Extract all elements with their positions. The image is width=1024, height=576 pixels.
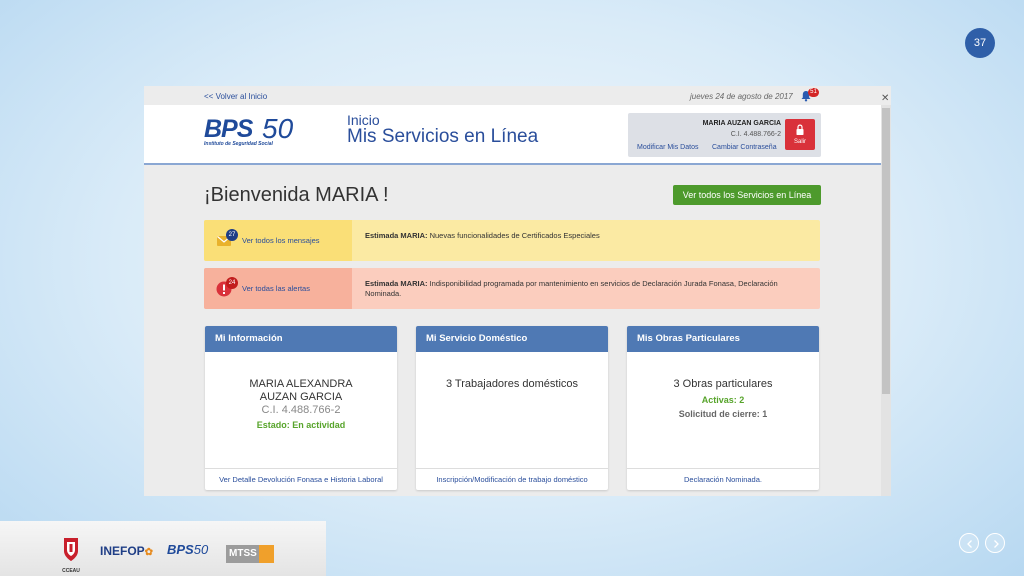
alerts-alert-side: 24 Ver todas las alertas [204, 268, 352, 309]
ccea-logo: CCEAU [54, 537, 88, 574]
inefop-logo: INEFOP✿ [100, 544, 154, 558]
change-password-link[interactable]: Cambiar Contraseña [712, 144, 777, 151]
view-all-messages-link[interactable]: Ver todos los mensajes [242, 236, 320, 245]
mtss-logo-text: MTSS [229, 548, 257, 559]
alerts-alert-prefix: Estimada MARIA: [365, 279, 428, 288]
page-header: BPS 50 Instituto de Seguridad Social Ini… [144, 105, 881, 165]
logout-label: Salir [793, 139, 806, 145]
bps-footer-logo: BPS50 [167, 541, 208, 559]
messages-alert: 27 Ver todos los mensajes Estimada MARIA… [204, 220, 820, 261]
view-all-services-button[interactable]: Ver todos los Servicios en Línea [673, 185, 821, 205]
full-name: MARIA ALEXANDRA AUZAN GARCIA [249, 378, 353, 403]
card-private-works: Mis Obras Particulares 3 Obras particula… [627, 326, 819, 490]
card-title: Mi Servicio Doméstico [416, 326, 608, 352]
messages-count-badge: 27 [226, 229, 238, 241]
alerts-count-badge: 24 [226, 277, 238, 289]
top-bar: << Volver al Inicio jueves 24 de agosto … [144, 86, 881, 105]
chevron-left-icon [967, 540, 972, 548]
lock-icon [796, 124, 804, 135]
bps-footer-logo-text: BPS [167, 542, 194, 557]
alerts-alert-text: Estimada MARIA: Indisponibilidad program… [365, 279, 805, 299]
notification-count-badge: 51 [808, 88, 819, 97]
edit-profile-link[interactable]: Modificar Mis Datos [637, 144, 698, 151]
user-name: MARIA AUZAN GARCIA [702, 120, 781, 127]
logout-button[interactable]: Salir [785, 119, 815, 150]
messages-alert-prefix: Estimada MARIA: [365, 231, 428, 240]
card-title: Mis Obras Particulares [627, 326, 819, 352]
user-id-number: C.I. 4.488.766-2 [730, 131, 781, 138]
user-panel: MARIA AUZAN GARCIA C.I. 4.488.766-2 Modi… [628, 113, 821, 157]
bps-footer-logo-years: 50 [193, 542, 209, 557]
messages-alert-text: Estimada MARIA: Nuevas funcionalidades d… [365, 231, 805, 241]
chevron-right-icon [994, 540, 999, 548]
vertical-scrollbar[interactable] [881, 105, 891, 496]
view-all-alerts-link[interactable]: Ver todas las alertas [242, 284, 310, 293]
slide-number-badge: 37 [965, 28, 995, 58]
id-number: C.I. 4.488.766-2 [261, 404, 341, 416]
alerts-alert: 24 Ver todas las alertas Estimada MARIA:… [204, 268, 820, 309]
card-body: 3 Obras particulares Activas: 2 Solicitu… [627, 378, 819, 419]
nominated-declaration-link[interactable]: Declaración Nominada. [627, 468, 819, 490]
back-to-home-link[interactable]: << Volver al Inicio [204, 92, 267, 101]
card-body: MARIA ALEXANDRA AUZAN GARCIA C.I. 4.488.… [205, 378, 397, 430]
works-count: 3 Obras particulares [673, 378, 773, 390]
card-body: 3 Trabajadores domésticos [416, 378, 608, 391]
card-title: Mi Información [205, 326, 397, 352]
messages-alert-body: Nuevas funcionalidades de Certificados E… [427, 231, 600, 240]
sponsor-logos: CCEAU INEFOP✿ BPS50 MTSS [0, 521, 326, 576]
domestic-work-registration-link[interactable]: Inscripción/Modificación de trabajo domé… [416, 468, 608, 490]
bps-logo-subtitle: Instituto de Seguridad Social [204, 141, 273, 147]
messages-alert-side: 27 Ver todos los mensajes [204, 220, 352, 261]
browser-screenshot: << Volver al Inicio jueves 24 de agosto … [144, 86, 891, 496]
status-text: Estado: En actividad [256, 420, 346, 430]
current-date: jueves 24 de agosto de 2017 [690, 92, 793, 101]
mtss-logo: MTSS [226, 545, 274, 563]
inefop-logo-text: INEFOP [100, 544, 145, 558]
close-icon[interactable]: ✕ [881, 93, 889, 104]
history-detail-link[interactable]: Ver Detalle Devolución Fonasa e Historia… [205, 468, 397, 490]
alerts-alert-body: Indisponibilidad programada por mantenim… [365, 279, 778, 298]
welcome-heading: ¡Bienvenida MARIA ! [204, 184, 389, 206]
bps-logo-text: BPS [204, 115, 253, 143]
domestic-workers-count: 3 Trabajadores domésticos [445, 378, 579, 390]
card-my-information: Mi Información MARIA ALEXANDRA AUZAN GAR… [205, 326, 397, 490]
card-domestic-service: Mi Servicio Doméstico 3 Trabajadores dom… [416, 326, 608, 490]
closing-requests: Solicitud de cierre: 1 [678, 409, 768, 419]
active-works: Activas: 2 [701, 395, 745, 405]
ccea-shield-icon [64, 538, 78, 561]
scrollbar-thumb[interactable] [882, 108, 890, 394]
next-slide-button[interactable] [985, 533, 1005, 553]
previous-slide-button[interactable] [959, 533, 979, 553]
page-title: Mis Servicios en Línea [347, 126, 539, 147]
ccea-logo-text: CCEAU [62, 568, 80, 574]
bps-logo[interactable]: BPS 50 Instituto de Seguridad Social [204, 113, 314, 157]
